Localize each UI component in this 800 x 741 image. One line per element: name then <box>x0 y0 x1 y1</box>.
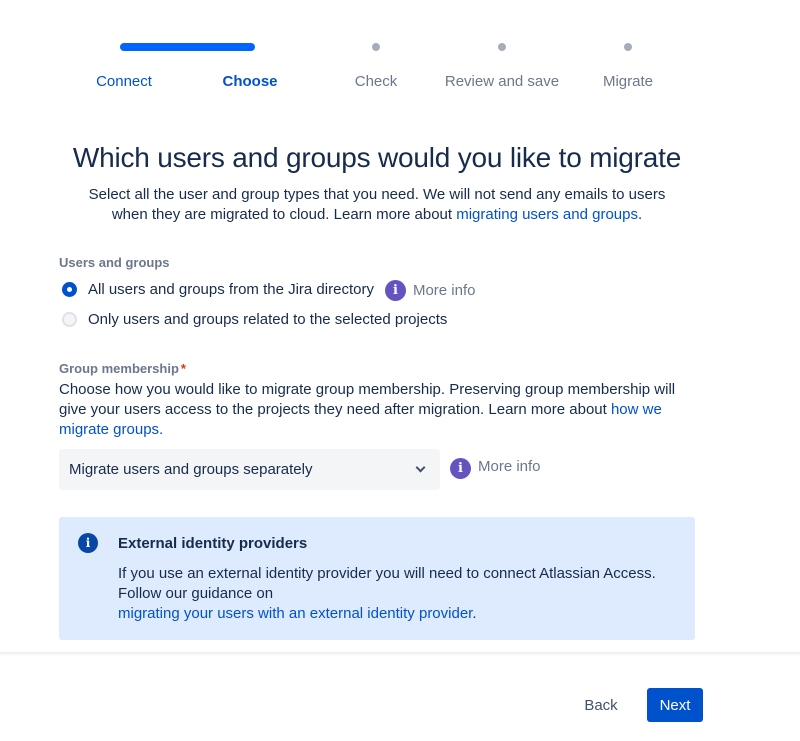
group-membership-label-text: Group membership <box>59 361 179 376</box>
progress-bar-fill <box>120 43 255 51</box>
page-subtitle: Select all the user and group types that… <box>70 185 684 225</box>
radio-selected-icon[interactable] <box>62 281 77 297</box>
info-icon[interactable]: i <box>384 280 406 301</box>
step-review-and-save: Review and save <box>444 73 560 90</box>
next-button[interactable]: Next <box>647 688 703 722</box>
group-membership-desc-text: Choose how you would like to migrate gro… <box>59 381 676 418</box>
radio-related-label: Only users and groups related to the sel… <box>88 311 448 328</box>
radio-all-label: All users and groups from the Jira direc… <box>88 280 374 298</box>
group-membership-description: Choose how you would like to migrate gro… <box>59 380 699 440</box>
info-icon: i <box>78 533 98 553</box>
select-value: Migrate users and groups separately <box>69 461 313 478</box>
radio-all-users-groups[interactable]: All users and groups from the Jira direc… <box>62 277 475 301</box>
panel-body-period: . <box>472 605 477 622</box>
step-check: Check <box>354 73 398 90</box>
group-membership-select[interactable]: Migrate users and groups separately <box>59 449 440 490</box>
step-dot-migrate <box>624 43 632 51</box>
panel-title: External identity providers <box>118 535 308 552</box>
more-info-group-membership[interactable]: i More info <box>450 458 541 479</box>
external-identity-provider-link[interactable]: migrating your users with an external id… <box>118 605 472 622</box>
more-info-users[interactable]: i More info <box>384 280 476 301</box>
progress-tracker: Connect Choose Check Review and save Mig… <box>60 40 690 100</box>
panel-body: If you use an external identity provider… <box>118 564 678 624</box>
radio-related-users-groups[interactable]: Only users and groups related to the sel… <box>62 311 447 328</box>
page-title: Which users and groups would you like to… <box>72 142 682 173</box>
required-marker: * <box>180 361 186 376</box>
migrating-users-groups-link[interactable]: migrating users and groups <box>456 206 638 223</box>
users-groups-label: Users and groups <box>59 255 170 270</box>
step-migrate: Migrate <box>602 73 654 90</box>
more-info-label[interactable]: More info <box>478 458 541 475</box>
chevron-down-icon <box>415 462 426 473</box>
external-identity-info-panel: i External identity providers If you use… <box>59 517 695 640</box>
step-dot-check <box>372 43 380 51</box>
step-choose: Choose <box>222 73 278 90</box>
more-info-label[interactable]: More info <box>413 282 476 299</box>
panel-body-text: If you use an external identity provider… <box>118 565 656 602</box>
subtitle-period: . <box>637 206 643 223</box>
step-connect: Connect <box>96 73 152 90</box>
group-membership-label: Group membership * <box>59 361 186 376</box>
radio-unselected-icon[interactable] <box>62 312 77 327</box>
info-icon[interactable]: i <box>450 458 471 479</box>
step-dot-review <box>498 43 506 51</box>
footer-divider <box>0 652 800 656</box>
back-button[interactable]: Back <box>572 688 630 722</box>
